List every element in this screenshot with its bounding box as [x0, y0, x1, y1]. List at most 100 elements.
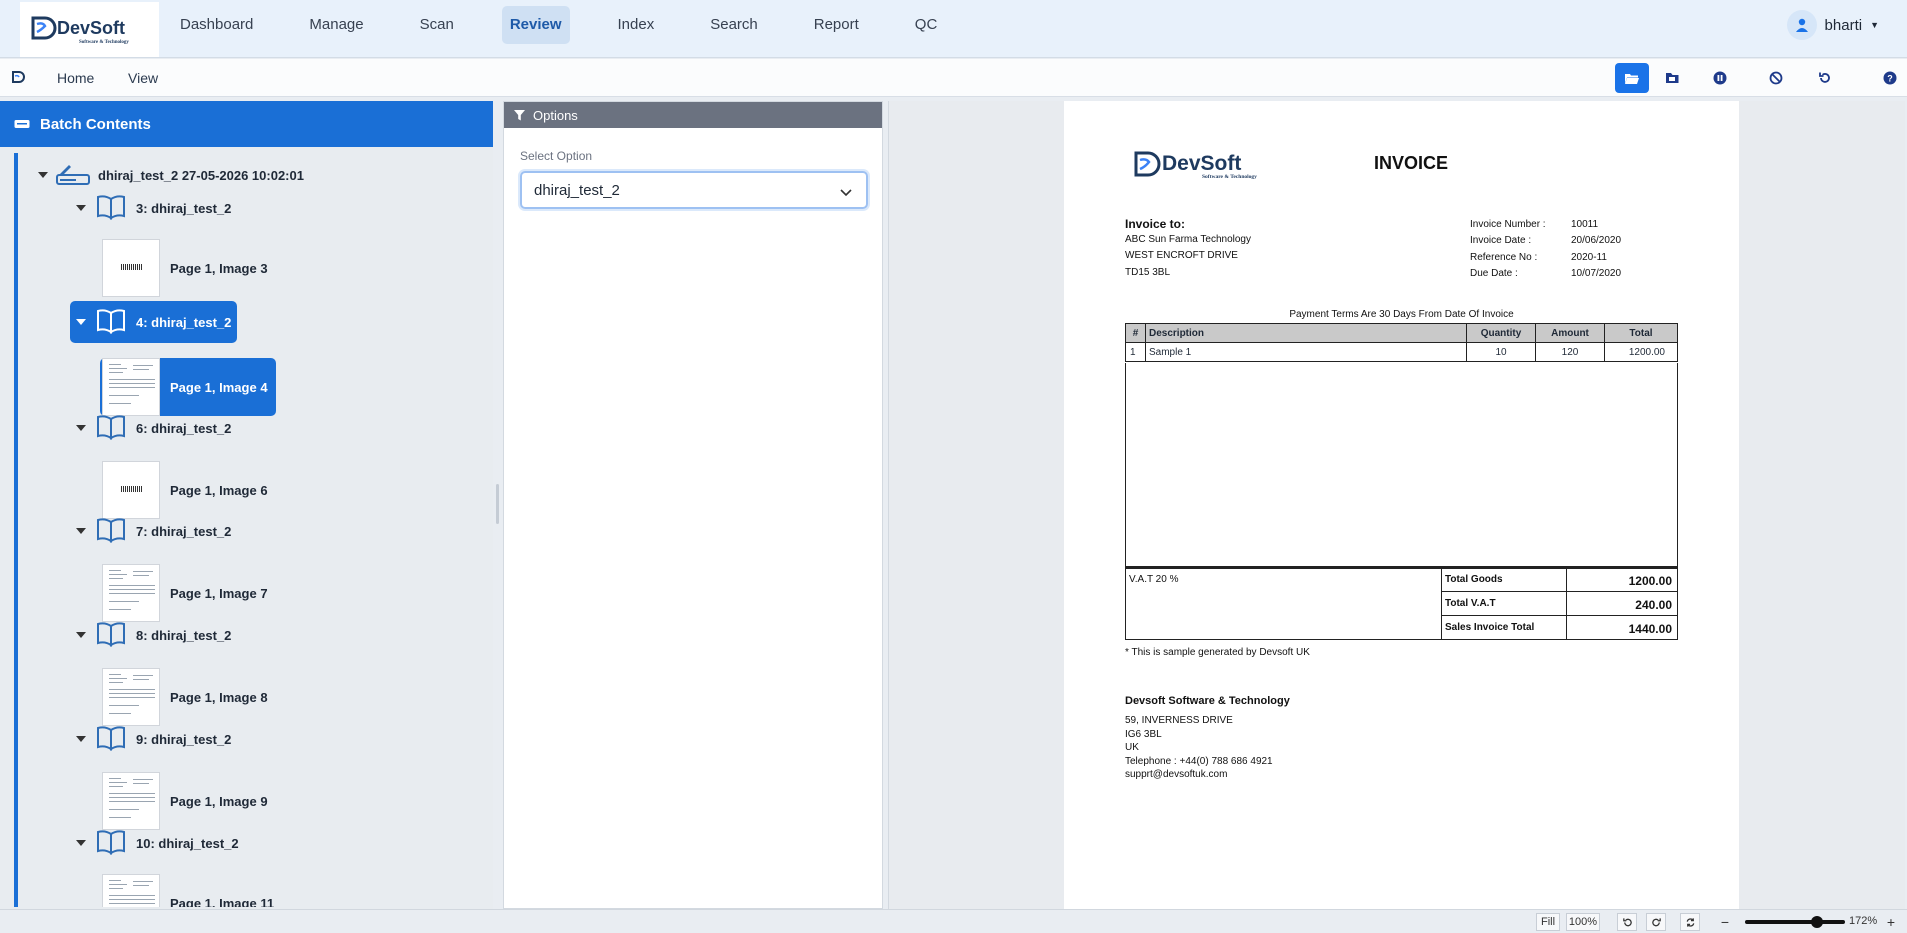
document-viewer[interactable]: DevSoft Software & Technology INVOICE In…: [888, 101, 1905, 909]
document-node[interactable]: 3: dhiraj_test_2: [70, 187, 237, 229]
caret-down-icon[interactable]: [76, 736, 86, 742]
main-nav: Dashboard Manage Scan Review Index Search Repo…: [172, 6, 985, 44]
nav-search[interactable]: Search: [702, 6, 766, 44]
invoice-col-header: Amount: [1535, 323, 1605, 343]
invoice-to-line: WEST ENCROFT DRIVE: [1125, 250, 1238, 261]
document-label: 7: dhiraj_test_2: [136, 523, 232, 539]
caret-down-icon[interactable]: [76, 205, 86, 211]
invoice-note: * This is sample generated by Devsoft UK: [1125, 647, 1310, 658]
invoice-meta-key: Invoice Number :: [1470, 219, 1546, 230]
document-label: 10: dhiraj_test_2: [136, 835, 239, 851]
block-button[interactable]: [1759, 63, 1793, 93]
company-address-line: UK: [1125, 742, 1139, 753]
invoice-to-label: Invoice to:: [1125, 217, 1186, 231]
sales-total-label: Sales Invoice Total: [1445, 622, 1535, 633]
open-folder-button[interactable]: [1615, 63, 1649, 93]
invoice-row: 1 Sample 1 10 120 1200.00: [1125, 342, 1678, 362]
invoice-logo: DevSoft Software & Technology: [1134, 151, 1257, 180]
payment-terms: Payment Terms Are 30 Days From Date Of I…: [1289, 309, 1514, 320]
total-vat-value: 240.00: [1635, 598, 1672, 612]
zoom-in-button[interactable]: +: [1881, 913, 1901, 931]
nav-dashboard[interactable]: Dashboard: [172, 6, 261, 44]
rotate-right-button[interactable]: [1646, 913, 1666, 931]
document-label: 6: dhiraj_test_2: [136, 420, 232, 436]
zoom-out-button[interactable]: −: [1715, 913, 1735, 931]
invoice-col-header: #: [1125, 323, 1146, 343]
nav-manage[interactable]: Manage: [301, 6, 371, 44]
document-node[interactable]: 7: dhiraj_test_2: [70, 510, 237, 552]
plus-icon: +: [1886, 914, 1896, 930]
page-node[interactable]: Page 1, Image 3: [100, 239, 270, 297]
devsoft-logo-icon: DevSoft Software & Technology: [31, 16, 129, 45]
invoice-col-header: Quantity: [1466, 323, 1536, 343]
invoice-page: DevSoft Software & Technology INVOICE In…: [1064, 101, 1739, 909]
batch-contents-panel: Batch Contents dhiraj_test_2 27-05-2026 …: [0, 101, 493, 909]
invoice-cell: 10: [1466, 342, 1536, 362]
nav-index[interactable]: Index: [610, 6, 663, 44]
document-node[interactable]: 10: dhiraj_test_2: [70, 822, 245, 864]
document-node[interactable]: 6: dhiraj_test_2: [70, 407, 237, 449]
zoom-slider-handle[interactable]: [1811, 916, 1823, 928]
book-icon: [96, 414, 126, 443]
book-icon: [96, 194, 126, 223]
document-node[interactable]: 4: dhiraj_test_2: [70, 301, 238, 343]
page-label: Page 1, Image 6: [170, 482, 268, 498]
page-label: Page 1, Image 7: [170, 585, 268, 601]
zoom-level: 172%: [1849, 915, 1878, 927]
chevron-down-icon: [840, 184, 852, 201]
nav-scan[interactable]: Scan: [412, 6, 462, 44]
document-node[interactable]: 9: dhiraj_test_2: [70, 718, 237, 760]
zoom-100-button[interactable]: 100%: [1566, 913, 1600, 931]
document-label: 3: dhiraj_test_2: [136, 200, 232, 216]
total-vat-label: Total V.A.T: [1445, 598, 1496, 609]
page-label: Page 1, Image 4: [170, 379, 268, 395]
book-icon: [96, 517, 126, 546]
caret-down-icon[interactable]: [76, 840, 86, 846]
user-menu[interactable]: bharti ▼: [1786, 10, 1879, 40]
caret-down-icon: ▼: [1870, 20, 1879, 30]
batch-root-node[interactable]: dhiraj_test_2 27-05-2026 10:02:01: [38, 163, 304, 187]
invoice-logo-text: DevSoft: [1162, 152, 1241, 175]
reset-icon: [1686, 917, 1694, 927]
invoice-cell: 1: [1125, 342, 1146, 362]
folder-button[interactable]: [1655, 63, 1689, 93]
pause-button[interactable]: [1703, 63, 1737, 93]
caret-down-icon[interactable]: [76, 528, 86, 534]
invoice-logo-tagline: Software & Technology: [1202, 174, 1257, 180]
options-title: Options: [533, 107, 578, 123]
filter-icon: [514, 109, 525, 120]
zoom-slider[interactable]: [1745, 916, 1845, 928]
select-option-label: Select Option: [520, 149, 593, 163]
panel-splitter-handle[interactable]: [496, 484, 499, 524]
refresh-button[interactable]: [1808, 63, 1842, 93]
batch-root-label: dhiraj_test_2 27-05-2026 10:02:01: [98, 167, 304, 183]
rotate-left-button[interactable]: [1617, 913, 1637, 931]
invoice-to-line: ABC Sun Farma Technology: [1125, 234, 1251, 245]
select-option-dropdown[interactable]: dhiraj_test_2: [520, 171, 868, 209]
document-node[interactable]: 8: dhiraj_test_2: [70, 614, 237, 656]
nav-review[interactable]: Review: [501, 6, 570, 44]
help-button[interactable]: ?: [1873, 63, 1907, 93]
book-icon: [96, 725, 126, 754]
caret-down-icon[interactable]: [38, 172, 48, 178]
invoice-cell: 1200.00: [1604, 342, 1678, 362]
caret-down-icon[interactable]: [76, 632, 86, 638]
invoice-meta-key: Due Date :: [1470, 268, 1518, 279]
scanner-icon: [56, 165, 90, 185]
nav-report[interactable]: Report: [806, 6, 867, 44]
caret-down-icon[interactable]: [76, 425, 86, 431]
fit-fill-button[interactable]: Fill: [1536, 913, 1560, 931]
nav-qc[interactable]: QC: [907, 6, 946, 44]
view-link[interactable]: View: [128, 70, 158, 86]
app-logo[interactable]: DevSoft Software & Technology: [20, 2, 159, 57]
page-node[interactable]: Page 1, Image 11: [100, 874, 276, 907]
caret-down-icon[interactable]: [76, 319, 86, 325]
invoice-col-header: Description: [1145, 323, 1467, 343]
batch-tree: dhiraj_test_2 27-05-2026 10:02:01 3: dhi…: [14, 153, 492, 907]
reset-view-button[interactable]: [1680, 913, 1700, 931]
home-link[interactable]: Home: [57, 70, 94, 86]
select-option-value: dhiraj_test_2: [534, 181, 620, 199]
app-mini-logo-icon[interactable]: [10, 69, 26, 90]
open-folder-icon: [1625, 74, 1639, 84]
invoice-to-line: TD15 3BL: [1125, 267, 1171, 278]
